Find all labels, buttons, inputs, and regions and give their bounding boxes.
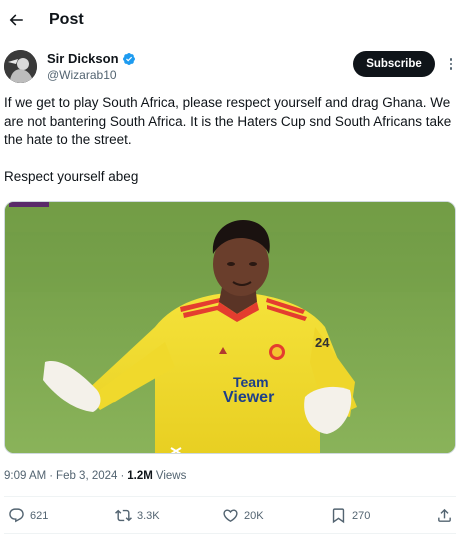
svg-text:24: 24 (315, 335, 330, 350)
reply-icon (9, 508, 24, 523)
reply-count: 621 (30, 509, 49, 522)
divider (4, 533, 456, 534)
more-options-icon[interactable] (441, 54, 461, 74)
views-label: Views (155, 470, 187, 482)
sponsor-text: Viewer (223, 389, 274, 406)
author-name-link[interactable]: Sir Dickson (47, 50, 136, 67)
action-bar: 621 3.3K 20K 270 (0, 503, 465, 529)
subscribe-button[interactable]: Subscribe (353, 51, 435, 77)
tweet-text: If we get to play South Africa, please r… (4, 94, 456, 186)
tweet-paragraph: If we get to play South Africa, please r… (4, 95, 452, 147)
heart-icon (223, 509, 238, 522)
repost-count: 3.3K (137, 509, 160, 522)
views-count: 1.2M (127, 470, 153, 482)
tweet-date[interactable]: Feb 3, 2024 (56, 469, 117, 483)
repost-icon (115, 509, 132, 522)
author-handle[interactable]: @Wizarab10 (47, 68, 117, 83)
bookmark-count: 270 (352, 509, 371, 522)
meta-separator: · (120, 470, 125, 482)
verified-badge-icon (122, 52, 135, 65)
bookmark-icon (332, 508, 345, 524)
share-icon (438, 508, 451, 522)
page-title: Post (49, 11, 84, 28)
arrow-left-icon (9, 14, 23, 26)
tweet-time[interactable]: 9:09 AM (4, 469, 46, 483)
divider (4, 496, 456, 497)
tweet-meta: 9:09 AM · Feb 3, 2024 · 1.2M Views (4, 469, 186, 483)
like-button[interactable]: 20K (222, 507, 264, 524)
like-count: 20K (244, 509, 264, 522)
reply-button[interactable]: 621 (8, 507, 48, 524)
share-button[interactable] (436, 507, 453, 524)
avatar[interactable] (4, 50, 37, 83)
display-name: Sir Dickson (47, 51, 119, 66)
bookmark-button[interactable]: 270 (330, 507, 370, 524)
sponsor-text: Team (233, 374, 269, 390)
tweet-media-image[interactable]: 24 Team Viewer (4, 201, 456, 454)
back-button[interactable] (6, 10, 26, 30)
top-bar: Post (0, 0, 465, 40)
meta-separator: · (49, 470, 54, 482)
repost-button[interactable]: 3.3K (115, 507, 160, 524)
tweet-paragraph: Respect yourself abeg (4, 168, 139, 184)
